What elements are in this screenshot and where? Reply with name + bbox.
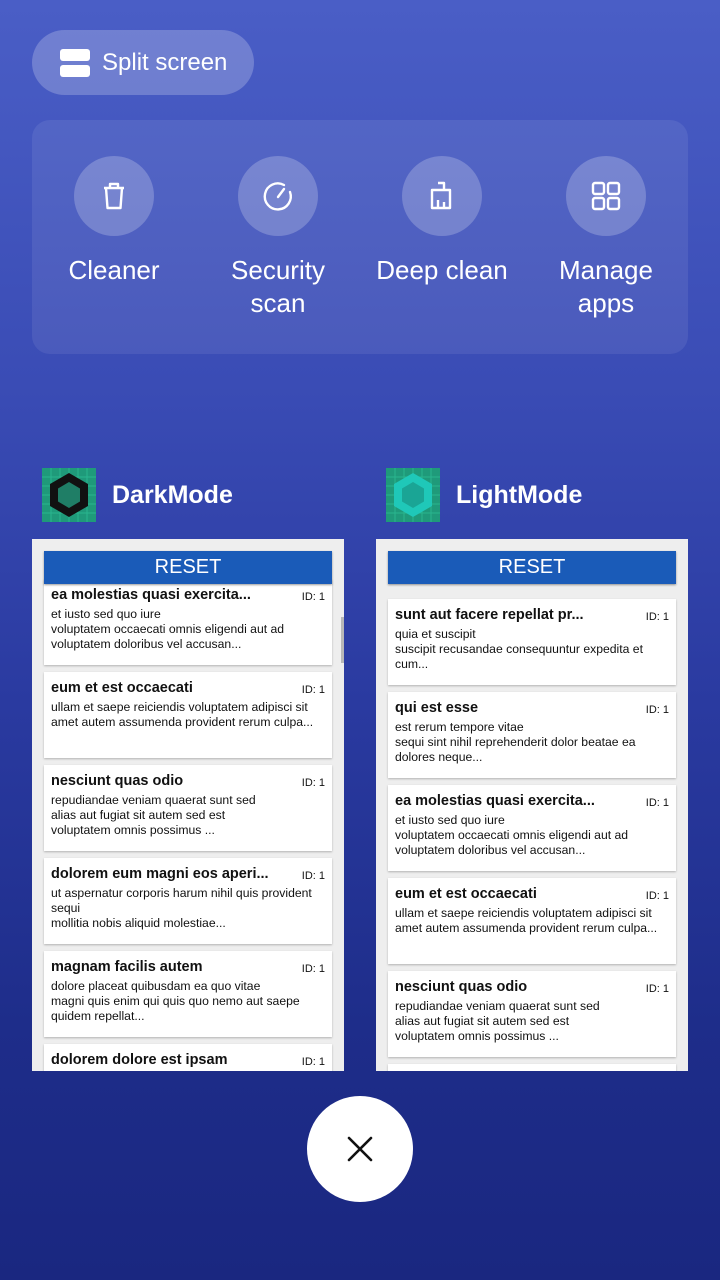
app-header-lightmode[interactable]: LightMode xyxy=(386,468,582,522)
list-item[interactable]: dolorem eum magni eos aperi... ID: 1 ut … xyxy=(44,858,332,944)
cleaner-button[interactable]: Cleaner xyxy=(32,156,196,287)
app-name: LightMode xyxy=(456,480,583,509)
list-item[interactable]: nesciunt quas odio ID: 1 repudiandae ven… xyxy=(388,971,676,1057)
list-item[interactable]: ea molestias quasi exercita... ID: 1 et … xyxy=(388,785,676,871)
item-body: et iusto sed quo iure voluptatem occaeca… xyxy=(51,607,285,651)
item-id: ID: 1 xyxy=(301,1056,325,1068)
item-body: ullam et saepe reiciendis voluptatem adi… xyxy=(51,700,314,729)
list-item[interactable]: magnam facilis autem ID: 1 dolore placea… xyxy=(44,951,332,1037)
app-name: DarkMode xyxy=(112,480,233,509)
reset-button[interactable]: RESET xyxy=(44,551,332,584)
item-id: ID: 1 xyxy=(645,797,669,809)
lightmode-app-icon xyxy=(386,468,440,522)
deep-clean-label: Deep clean xyxy=(376,255,508,285)
split-screen-icon xyxy=(60,48,90,77)
close-all-button[interactable] xyxy=(307,1096,413,1202)
item-id: ID: 1 xyxy=(301,684,325,696)
list-item[interactable]: dolorem dolore est ipsam ID: 1 xyxy=(44,1044,332,1071)
post-list: ea molestias quasi exercita... ID: 1 et … xyxy=(44,579,332,1071)
item-title: magnam facilis autem xyxy=(51,959,203,975)
item-id: ID: 1 xyxy=(301,870,325,882)
split-screen-button[interactable]: Split screen xyxy=(32,30,254,95)
item-title: ea molestias quasi exercita... xyxy=(51,587,251,603)
quick-tools-panel: Cleaner Security scan Deep clean Manage … xyxy=(32,120,688,354)
trash-icon xyxy=(74,156,154,236)
item-title: ea molestias quasi exercita... xyxy=(395,793,595,809)
list-item[interactable]: sunt aut facere repellat pr... ID: 1 qui… xyxy=(388,599,676,685)
item-title: sunt aut facere repellat pr... xyxy=(395,607,584,623)
item-body: est rerum tempore vitae sequi sint nihil… xyxy=(395,720,636,764)
manage-apps-label: Manage apps xyxy=(559,255,653,318)
item-title: nesciunt quas odio xyxy=(395,979,528,995)
app-card-lightmode[interactable]: sunt aut facere repellat pr... ID: 1 qui… xyxy=(376,539,688,1071)
reset-button[interactable]: RESET xyxy=(388,551,676,584)
security-scan-icon xyxy=(238,156,318,236)
item-body: repudiandae veniam quaerat sunt sed alia… xyxy=(395,999,600,1043)
security-scan-button[interactable]: Security scan xyxy=(196,156,360,320)
list-item[interactable]: nesciunt quas odio ID: 1 repudiandae ven… xyxy=(44,765,332,851)
scrollbar[interactable] xyxy=(341,617,344,663)
item-title: nesciunt quas odio xyxy=(51,773,184,789)
deep-clean-button[interactable]: Deep clean xyxy=(360,156,524,287)
item-body: et iusto sed quo iure voluptatem occaeca… xyxy=(395,813,629,857)
item-title: eum et est occaecati xyxy=(395,886,537,902)
manage-apps-button[interactable]: Manage apps xyxy=(524,156,688,320)
item-id: ID: 1 xyxy=(645,890,669,902)
app-header-darkmode[interactable]: DarkMode xyxy=(42,468,233,522)
item-body: repudiandae veniam quaerat sunt sed alia… xyxy=(51,793,256,837)
darkmode-app-icon xyxy=(42,468,96,522)
cleaner-label: Cleaner xyxy=(68,255,160,285)
item-id: ID: 1 xyxy=(645,983,669,995)
item-body: dolore placeat quibusdam ea quo vitae ma… xyxy=(51,979,300,1023)
app-card-darkmode[interactable]: ea molestias quasi exercita... ID: 1 et … xyxy=(32,539,344,1071)
item-title: dolorem eum magni eos aperi... xyxy=(51,866,269,882)
item-title: dolorem dolore est ipsam xyxy=(51,1052,228,1068)
list-item[interactable]: ea molestias quasi exercita... ID: 1 et … xyxy=(44,579,332,665)
grid-icon xyxy=(566,156,646,236)
item-title: qui est esse xyxy=(395,700,479,716)
close-icon xyxy=(347,1136,373,1162)
security-scan-label: Security scan xyxy=(231,255,325,318)
list-item[interactable]: eum et est occaecati ID: 1 ullam et saep… xyxy=(388,878,676,964)
item-id: ID: 1 xyxy=(301,777,325,789)
item-id: ID: 1 xyxy=(645,611,669,623)
item-title: eum et est occaecati xyxy=(51,680,193,696)
item-id: ID: 1 xyxy=(645,704,669,716)
broom-icon xyxy=(402,156,482,236)
item-body: ut aspernatur corporis harum nihil quis … xyxy=(51,886,312,930)
item-id: ID: 1 xyxy=(301,591,325,603)
post-list: sunt aut facere repellat pr... ID: 1 qui… xyxy=(388,599,676,1071)
item-id: ID: 1 xyxy=(301,963,325,975)
list-item[interactable]: eum et est occaecati ID: 1 ullam et saep… xyxy=(44,672,332,758)
item-body: ullam et saepe reiciendis voluptatem adi… xyxy=(395,906,658,935)
item-body: quia et suscipit suscipit recusandae con… xyxy=(395,627,643,671)
list-item[interactable]: qui est esse ID: 1 est rerum tempore vit… xyxy=(388,692,676,778)
list-item[interactable] xyxy=(388,1064,676,1071)
split-screen-label: Split screen xyxy=(102,48,228,76)
